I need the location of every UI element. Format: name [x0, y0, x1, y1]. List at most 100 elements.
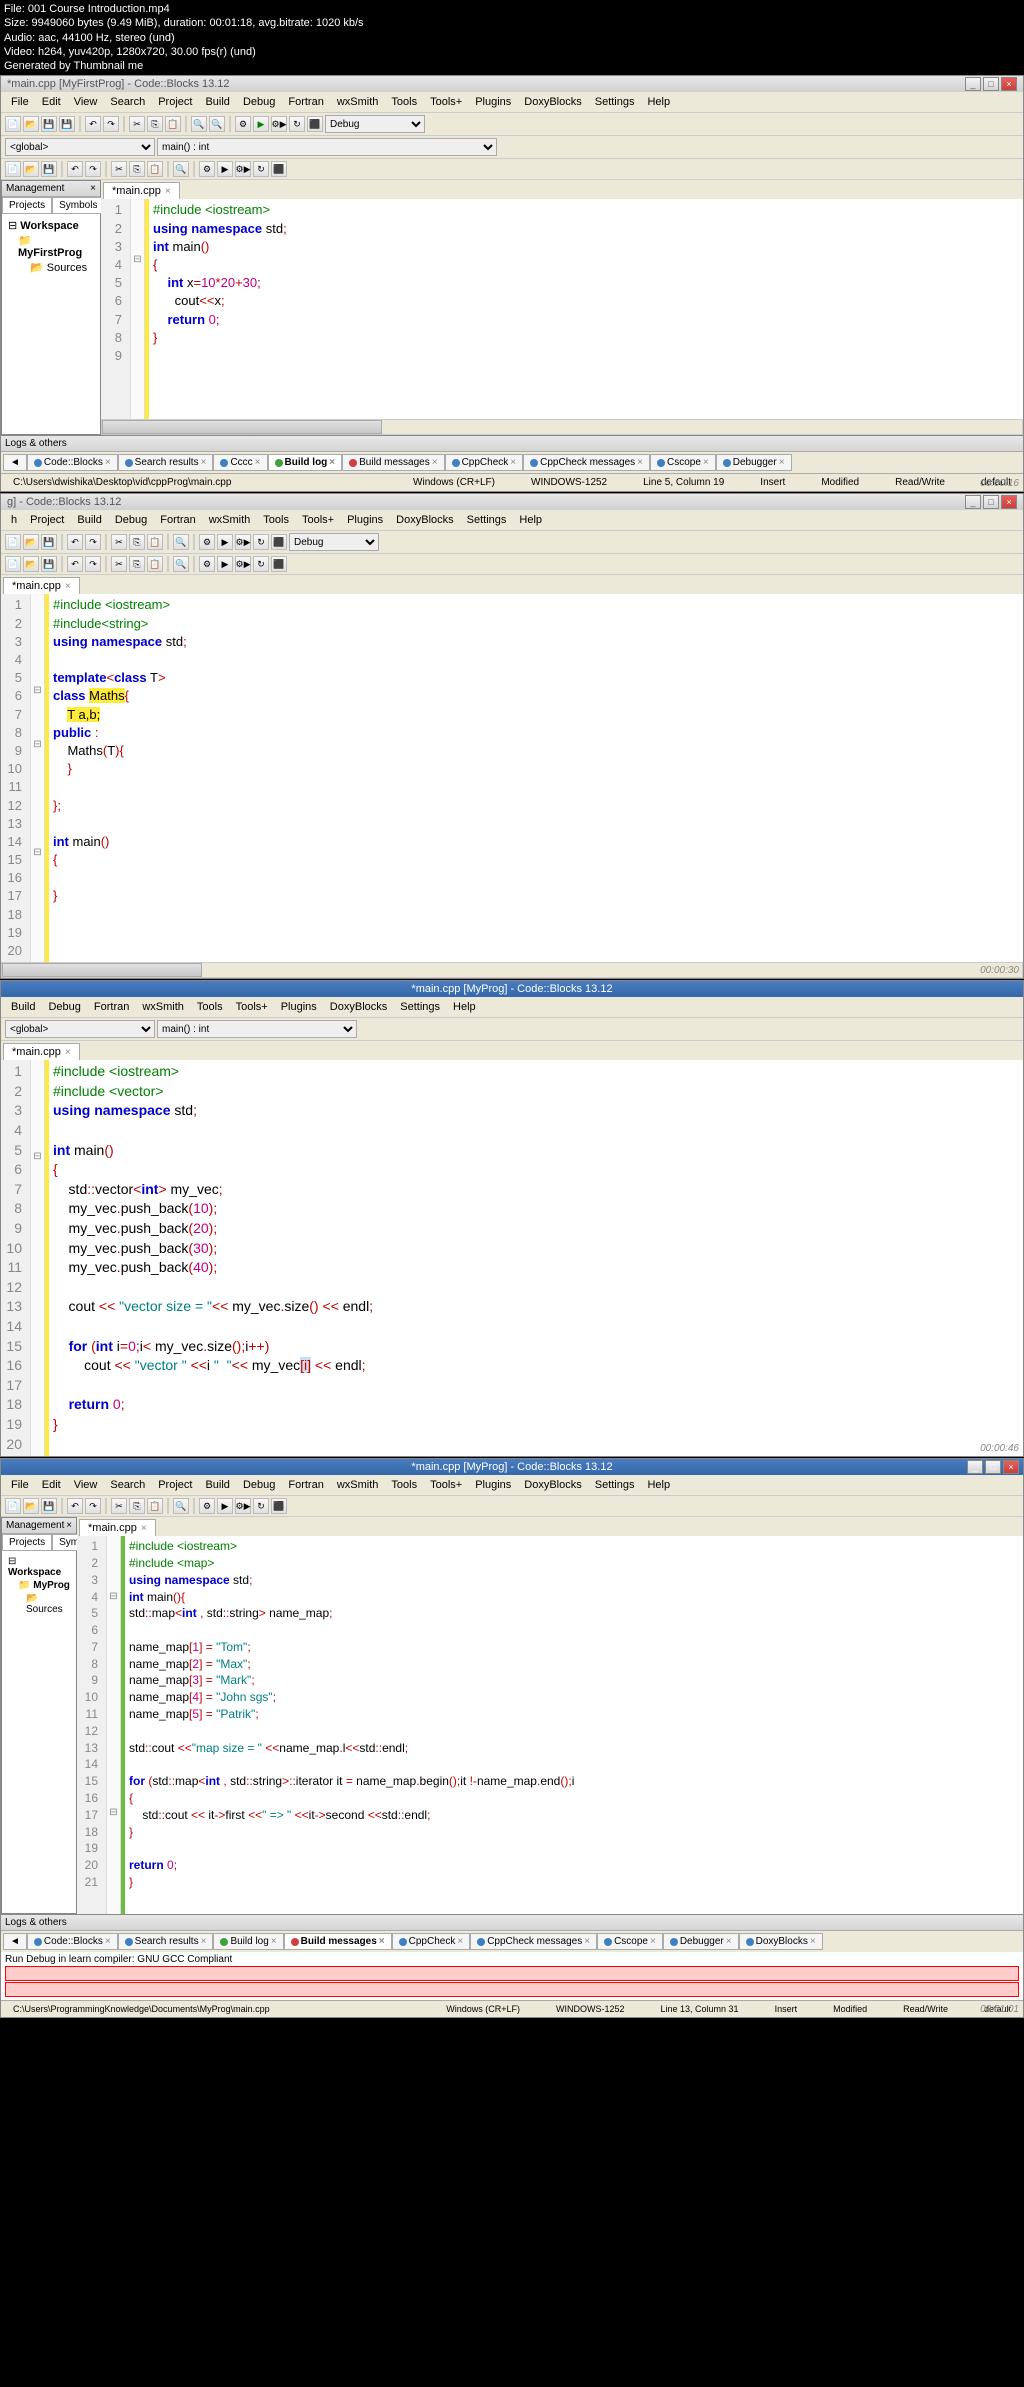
toolbar-icon[interactable]: 💾 [41, 161, 57, 177]
menu-tools[interactable]: Tools+ [230, 999, 274, 1015]
menu-tools[interactable]: Tools+ [424, 94, 468, 110]
menu-debug[interactable]: Debug [237, 94, 281, 110]
toolbar-icon[interactable]: 📄 [5, 161, 21, 177]
toolbar-icon[interactable]: ⎘ [129, 556, 145, 572]
toolbar-icon[interactable]: 💾 [41, 534, 57, 550]
code-line[interactable]: } [153, 329, 1019, 347]
log-tab-cscope[interactable]: Cscope× [650, 454, 716, 471]
toolbar-icon[interactable]: ✂ [111, 556, 127, 572]
copy-icon[interactable]: ⎘ [147, 116, 163, 132]
menu-fortran[interactable]: Fortran [282, 94, 329, 110]
toolbar-icon[interactable]: 📋 [147, 1498, 163, 1514]
toolbar-icon[interactable]: ⚙ [199, 534, 215, 550]
close-button[interactable]: × [1001, 495, 1017, 509]
project-tree[interactable]: Workspace MyFirstProg Sources [2, 214, 100, 279]
code-line[interactable]: cout<<x; [153, 292, 1019, 310]
tab-close-icon[interactable]: × [65, 1047, 71, 1058]
toolbar-icon[interactable]: ▶ [217, 1498, 233, 1514]
code-line[interactable]: int main() [53, 1141, 1019, 1161]
menu-tools[interactable]: Tools+ [424, 1477, 468, 1493]
error-line[interactable] [5, 1966, 1019, 1981]
menu-plugins[interactable]: Plugins [341, 512, 389, 528]
log-tab-debugger[interactable]: Debugger× [716, 454, 792, 471]
code-line[interactable]: #include <iostream> [153, 201, 1019, 219]
log-tab-buildmessages[interactable]: Build messages× [284, 1933, 392, 1950]
toolbar-icon[interactable]: ✂ [111, 1498, 127, 1514]
toolbar-icon[interactable]: ⎘ [129, 1498, 145, 1514]
code-line[interactable]: #include <map> [129, 1555, 1019, 1572]
toolbar-icon[interactable]: 🔍 [173, 1498, 189, 1514]
maximize-button[interactable]: □ [985, 1460, 1001, 1474]
menu-wxsmith[interactable]: wxSmith [331, 1477, 385, 1493]
menu-doxyblocks[interactable]: DoxyBlocks [324, 999, 393, 1015]
code-line[interactable]: class Maths{ [53, 687, 1019, 705]
toolbar-icon[interactable]: ▶ [217, 161, 233, 177]
menu-help[interactable]: Help [641, 1477, 676, 1493]
logtab-close-icon[interactable]: × [201, 457, 207, 468]
code-line[interactable]: return 0; [153, 311, 1019, 329]
menu-debug[interactable]: Debug [42, 999, 86, 1015]
menu-fortran[interactable]: Fortran [88, 999, 135, 1015]
log-tab-buildmessages[interactable]: Build messages× [342, 454, 444, 471]
toolbar-icon[interactable]: 🔍 [173, 534, 189, 550]
code-line[interactable]: for (std::map<int , std::string>::iterat… [129, 1773, 1019, 1790]
code-line[interactable]: std::cout <<"map size = " <<name_map.l<<… [129, 1740, 1019, 1757]
minimize-button[interactable]: _ [967, 1460, 983, 1474]
panel-close-icon[interactable]: × [90, 183, 96, 194]
close-button[interactable]: × [1001, 77, 1017, 91]
new-icon[interactable]: 📄 [5, 116, 21, 132]
menu-edit[interactable]: Edit [36, 1477, 67, 1493]
error-line[interactable] [5, 1982, 1019, 1997]
toolbar-icon[interactable]: 💾 [41, 556, 57, 572]
close-button[interactable]: × [1003, 1460, 1019, 1474]
menu-doxyblocks[interactable]: DoxyBlocks [518, 1477, 587, 1493]
paste-icon[interactable]: 📋 [165, 116, 181, 132]
code-line[interactable]: cout << "vector " <<i " "<< my_vec[i] <<… [53, 1356, 1019, 1376]
toolbar-icon[interactable]: 🔍 [173, 161, 189, 177]
code-line[interactable] [53, 1376, 1019, 1396]
toolbar-icon[interactable]: 📄 [5, 556, 21, 572]
code-line[interactable]: name_map[1] = "Tom"; [129, 1639, 1019, 1656]
menu-edit[interactable]: Edit [36, 94, 67, 110]
code-line[interactable] [129, 1622, 1019, 1639]
toolbar-icon[interactable]: ▶ [217, 534, 233, 550]
code-line[interactable]: #include <iostream> [53, 1062, 1019, 1082]
menu-project[interactable]: Project [24, 512, 70, 528]
editor-tab[interactable]: *main.cpp× [3, 577, 80, 594]
code-line[interactable]: for (int i=0;i< my_vec.size();i++) [53, 1337, 1019, 1357]
code-line[interactable]: #include <vector> [53, 1082, 1019, 1102]
rebuild-icon[interactable]: ↻ [289, 116, 305, 132]
menu-search[interactable]: Search [104, 94, 151, 110]
toolbar-icon[interactable]: 💾 [41, 1498, 57, 1514]
logtab-close-icon[interactable]: × [650, 1936, 656, 1947]
menu-tools[interactable]: Tools [385, 94, 423, 110]
code-line[interactable]: #include <iostream> [129, 1538, 1019, 1555]
toolbar-icon[interactable]: ↻ [253, 534, 269, 550]
code-line[interactable] [53, 924, 1019, 942]
toolbar-icon[interactable]: ⚙▶ [235, 556, 251, 572]
cut-icon[interactable]: ✂ [129, 116, 145, 132]
code-line[interactable]: } [129, 1824, 1019, 1841]
minimize-button[interactable]: _ [965, 495, 981, 509]
toolbar-icon[interactable]: ↷ [85, 161, 101, 177]
toolbar-icon[interactable]: ✂ [111, 534, 127, 550]
minimize-button[interactable]: _ [965, 77, 981, 91]
target-select[interactable]: Debug [289, 533, 379, 551]
redo-icon[interactable]: ↷ [103, 116, 119, 132]
menu-build[interactable]: Build [199, 1477, 235, 1493]
code-line[interactable]: { [129, 1790, 1019, 1807]
code-line[interactable]: my_vec.push_back(20); [53, 1219, 1019, 1239]
logtab-close-icon[interactable]: × [105, 1936, 111, 1947]
toolbar-icon[interactable]: ↶ [67, 161, 83, 177]
code-line[interactable]: cout << "vector size = "<< my_vec.size()… [53, 1297, 1019, 1317]
scrollbar-horizontal[interactable] [1, 962, 1023, 978]
menu-wxsmith[interactable]: wxSmith [331, 94, 385, 110]
project-tree[interactable]: Workspace MyProg Sources [2, 1551, 76, 1620]
code-line[interactable]: using namespace std; [53, 633, 1019, 651]
log-tab-cppcheckmessages[interactable]: CppCheck messages× [470, 1933, 597, 1950]
logtab-prev-icon[interactable]: ◄ [3, 454, 27, 471]
menu-wxsmith[interactable]: wxSmith [136, 999, 190, 1015]
run-icon[interactable]: ▶ [253, 116, 269, 132]
logtab-close-icon[interactable]: × [726, 1936, 732, 1947]
log-tab-debugger[interactable]: Debugger× [663, 1933, 739, 1950]
